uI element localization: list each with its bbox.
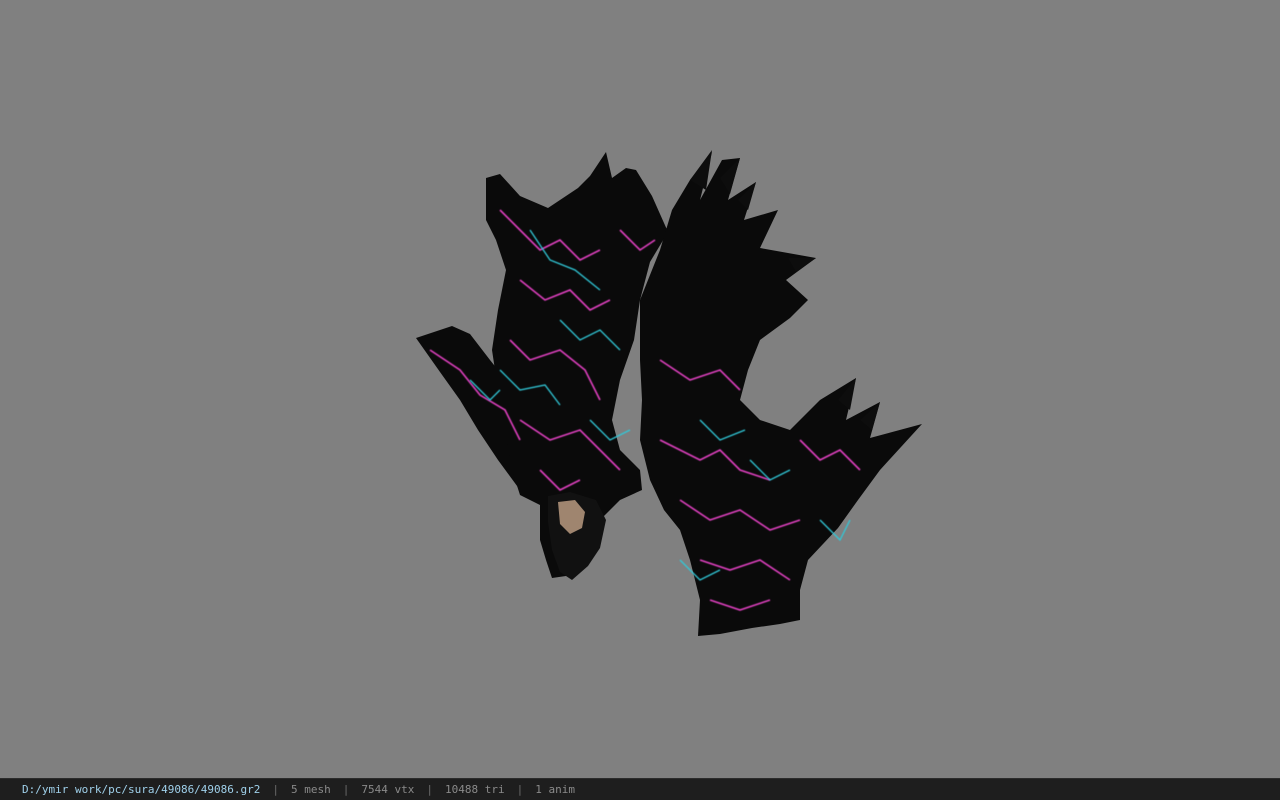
status-separator: |	[272, 783, 280, 796]
status-vertex-count: 7544 vtx	[361, 783, 415, 796]
status-mesh-count: 5 mesh	[291, 783, 331, 796]
upside-down-winged-character-model	[416, 150, 922, 636]
status-separator: |	[342, 783, 350, 796]
status-separator: |	[516, 783, 524, 796]
status-file-path: D:/ymir work/pc/sura/49086/49086.gr2	[22, 783, 261, 796]
model-right-wing	[640, 152, 922, 636]
3d-viewport[interactable]	[0, 0, 1280, 778]
status-separator: |	[426, 783, 434, 796]
model-render	[416, 150, 922, 636]
status-animation-count: 1 anim	[535, 783, 576, 796]
status-triangle-count: 10488 tri	[445, 783, 505, 796]
status-bar: D:/ymir work/pc/sura/49086/49086.gr2 | 5…	[0, 778, 1280, 800]
